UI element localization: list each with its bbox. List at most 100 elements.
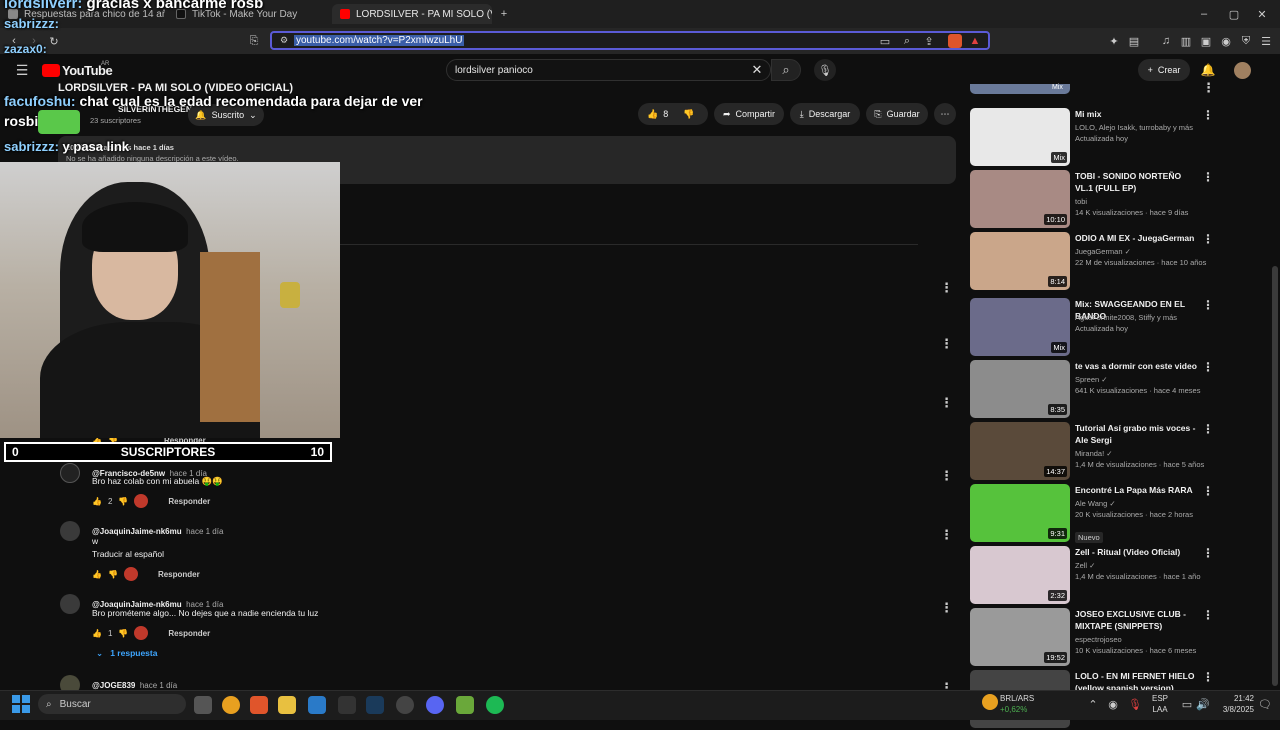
- tray-discord-icon[interactable]: ◉: [1106, 697, 1120, 711]
- recommended-video[interactable]: Mix Mi mix LOLO, Alejo Isakk, turrobaby y …: [970, 108, 1220, 168]
- taskbar-search[interactable]: ⌕ Buscar: [38, 694, 186, 714]
- search-input[interactable]: lordsilver panioco: [446, 59, 771, 81]
- minimize-icon[interactable]: –: [1196, 6, 1212, 22]
- sidebar-toggle-icon[interactable]: ▥: [1178, 33, 1194, 49]
- save-button[interactable]: ⎘ Guardar: [866, 103, 928, 125]
- more-actions-button[interactable]: ⋯: [934, 103, 956, 125]
- video-thumbnail[interactable]: 9:31: [970, 484, 1070, 542]
- share-page-icon[interactable]: ⇪: [922, 34, 936, 48]
- video-thumbnail[interactable]: 14:37: [970, 422, 1070, 480]
- reply-button[interactable]: Responder: [158, 570, 200, 579]
- close-window-icon[interactable]: ✕: [1254, 6, 1270, 22]
- recommended-video[interactable]: 10:10 TOBI - SONIDO NORTEÑO VL.1 (FULL EP…: [970, 170, 1220, 230]
- dislike-icon[interactable]: 👎: [683, 109, 694, 120]
- windows-start-icon[interactable]: [12, 695, 30, 713]
- recommended-video[interactable]: 9:31 Encontré La Papa Más RARA Ale Wang ✓ 2…: [970, 484, 1220, 544]
- recommended-video[interactable]: 2:32 Zell - Ritual (Video Oficial) Zell ✓ 1…: [970, 546, 1220, 606]
- new-tab-icon[interactable]: +: [496, 6, 512, 22]
- video-title[interactable]: Tutorial Así grabo mis voces - Ale Sergi: [1075, 422, 1200, 446]
- search-button[interactable]: ⌕: [771, 59, 801, 81]
- like-icon[interactable]: 👍: [647, 109, 658, 120]
- reload-icon[interactable]: ↻: [46, 33, 62, 49]
- video-options-icon[interactable]: ⋮: [1202, 484, 1214, 498]
- video-thumbnail[interactable]: 10:10: [970, 170, 1070, 228]
- volume-icon[interactable]: 🔊: [1196, 697, 1210, 711]
- epic-games-icon[interactable]: [338, 696, 356, 714]
- reply-button[interactable]: Responder: [168, 629, 210, 638]
- avatar[interactable]: [60, 521, 80, 541]
- media-icon[interactable]: ♫: [1158, 33, 1174, 49]
- brave-icon[interactable]: [250, 696, 268, 714]
- create-button[interactable]: + Crear: [1138, 59, 1190, 81]
- comment-options-icon[interactable]: ⋮: [940, 280, 953, 296]
- like-icon[interactable]: 👍: [92, 629, 102, 638]
- video-options-icon[interactable]: ⋮: [1202, 170, 1214, 184]
- video-title[interactable]: JOSEO EXCLUSIVE CLUB - MIXTAPE (SNIPPETS…: [1075, 608, 1200, 632]
- discord-icon[interactable]: [426, 696, 444, 714]
- clock[interactable]: 21:42 3/8/2025: [1214, 693, 1254, 715]
- bookmark-icon[interactable]: ⎘: [246, 33, 262, 49]
- clear-search-icon[interactable]: ✕: [749, 62, 765, 78]
- scrollbar[interactable]: [1272, 266, 1278, 686]
- currency-widget-icon[interactable]: [982, 694, 998, 710]
- currency-widget[interactable]: BRL/ARS +0,62%: [1000, 693, 1034, 715]
- task-view-icon[interactable]: [194, 696, 212, 714]
- video-thumbnail[interactable]: 2:32: [970, 546, 1070, 604]
- steam-icon[interactable]: [366, 696, 384, 714]
- avatar[interactable]: [60, 594, 80, 614]
- network-icon[interactable]: ▭: [1180, 697, 1194, 711]
- show-replies-link[interactable]: ⌄ 1 respuesta: [96, 648, 157, 659]
- site-info-icon[interactable]: ⚙: [278, 34, 290, 46]
- like-icon[interactable]: 👍: [92, 570, 102, 579]
- video-title[interactable]: TOBI - SONIDO NORTEÑO VL.1 (FULL EP): [1075, 170, 1200, 194]
- brave-shield-icon[interactable]: [948, 34, 962, 48]
- avatar[interactable]: [60, 463, 80, 483]
- comment-author[interactable]: @JOGE839: [92, 681, 135, 690]
- dislike-icon[interactable]: 👎: [108, 570, 118, 579]
- notifications-icon[interactable]: 🔔: [1200, 62, 1216, 78]
- tab-youtube-active[interactable]: LORDSILVER - PA MI SOLO (VIDE ✕: [332, 4, 492, 24]
- download-button[interactable]: ⤓ Descargar: [790, 103, 860, 125]
- video-title[interactable]: Encontré La Papa Más RARA: [1075, 484, 1200, 496]
- youtube-logo-icon[interactable]: [42, 64, 60, 77]
- video-thumbnail[interactable]: 8:14: [970, 232, 1070, 290]
- video-thumbnail[interactable]: 8:35: [970, 360, 1070, 418]
- comment-options-icon[interactable]: ⋮: [940, 336, 953, 352]
- video-title[interactable]: Mi mix: [1075, 108, 1200, 120]
- video-options-icon[interactable]: ⋮: [1202, 670, 1214, 684]
- comment-options-icon[interactable]: ⋮: [940, 600, 953, 616]
- reply-button[interactable]: Responder: [168, 497, 210, 506]
- notification-center-icon[interactable]: 🗨: [1258, 697, 1272, 711]
- video-options-icon[interactable]: ⋮: [1202, 608, 1214, 622]
- spotify-icon[interactable]: [486, 696, 504, 714]
- voice-search-icon[interactable]: 🎙: [814, 59, 836, 81]
- video-thumbnail[interactable]: 19:52: [970, 608, 1070, 666]
- video-options-icon[interactable]: ⋮: [1202, 546, 1214, 560]
- recommended-video[interactable]: 8:35 te vas a dormir con este video Spreen…: [970, 360, 1220, 420]
- tray-chevron-icon[interactable]: ⌃: [1086, 697, 1100, 711]
- video-options-icon[interactable]: ⋮: [1202, 108, 1214, 122]
- extensions-icon[interactable]: ✦: [1106, 33, 1122, 49]
- video-options-icon[interactable]: ⋮: [1202, 298, 1214, 312]
- recommended-video[interactable]: 8:14 ODIO A MI EX - JuegaGerman JuegaGerma…: [970, 232, 1220, 292]
- store-icon[interactable]: [308, 696, 326, 714]
- like-icon[interactable]: 👍: [92, 497, 102, 506]
- hamburger-icon[interactable]: ☰: [14, 62, 30, 78]
- chrome-icon[interactable]: [222, 696, 240, 714]
- zoom-icon[interactable]: ⌕: [900, 34, 914, 48]
- comment-options-icon[interactable]: ⋮: [940, 527, 953, 543]
- brave-rewards-icon[interactable]: ▲: [968, 34, 982, 48]
- file-explorer-icon[interactable]: [278, 696, 296, 714]
- video-options-icon[interactable]: ⋮: [1202, 422, 1214, 436]
- comment-options-icon[interactable]: ⋮: [940, 468, 953, 484]
- maximize-icon[interactable]: ▢: [1226, 6, 1242, 22]
- account-avatar[interactable]: [1234, 62, 1251, 79]
- video-title[interactable]: ODIO A MI EX - JuegaGerman: [1075, 232, 1200, 244]
- video-title[interactable]: te vas a dormir con este video: [1075, 360, 1200, 372]
- video-options-icon[interactable]: ⋮: [1202, 80, 1215, 96]
- comment-options-icon[interactable]: ⋮: [940, 395, 953, 411]
- language-indicator[interactable]: ESP LAA: [1152, 693, 1168, 715]
- app-icon[interactable]: [456, 696, 474, 714]
- video-title[interactable]: Zell - Ritual (Video Oficial): [1075, 546, 1200, 558]
- video-options-icon[interactable]: ⋮: [1202, 232, 1214, 246]
